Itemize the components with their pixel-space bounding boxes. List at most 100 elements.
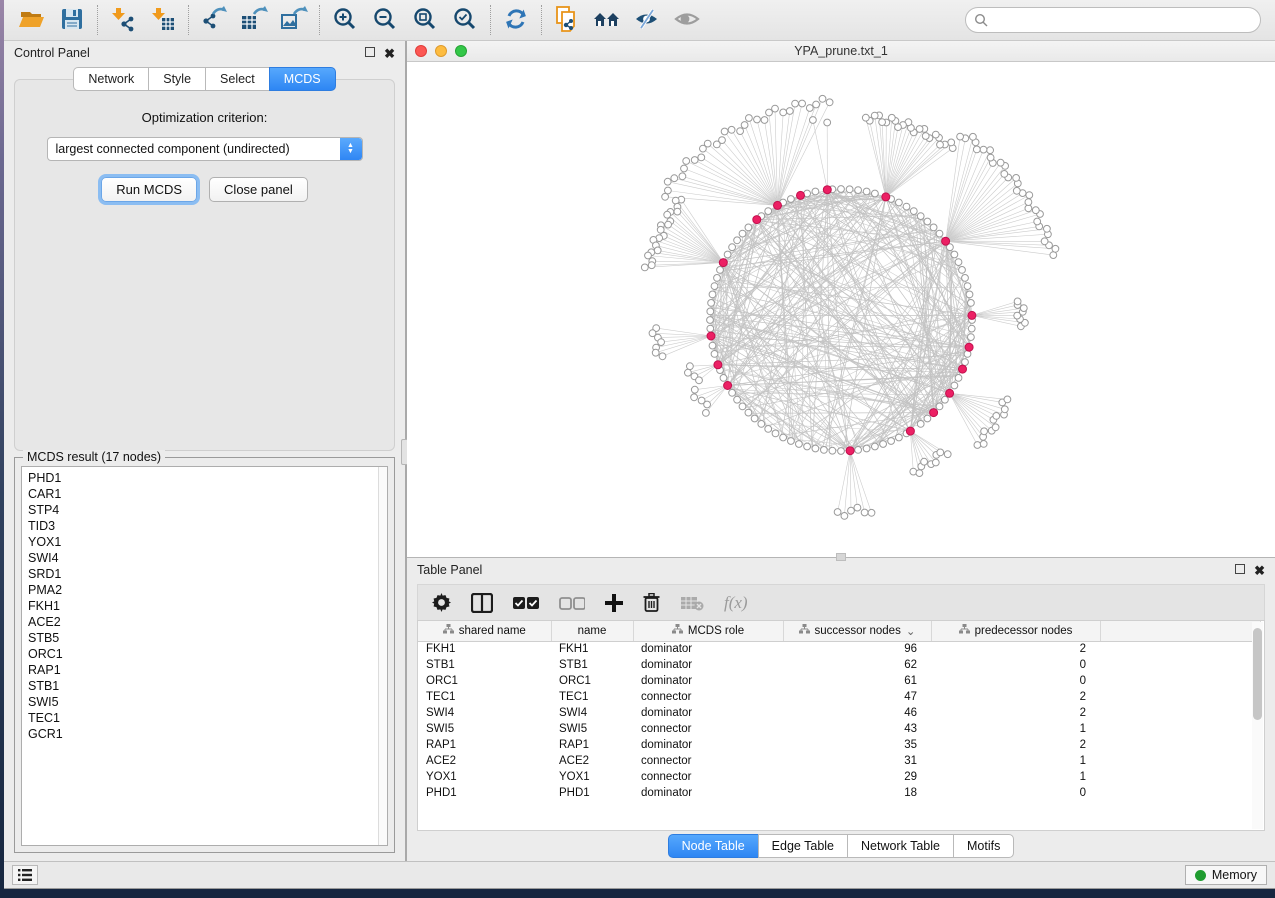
show-all-button[interactable] bbox=[667, 3, 707, 37]
table-row[interactable]: SWI4SWI4dominator462 bbox=[418, 705, 1260, 721]
control-panel-tabs: NetworkStyleSelectMCDS bbox=[4, 67, 405, 91]
export-table-button[interactable] bbox=[234, 3, 274, 37]
dropdown-stepper-icon: ▲▼ bbox=[340, 138, 362, 160]
mcds-result-item[interactable]: STB1 bbox=[28, 678, 372, 694]
tab-network[interactable]: Network bbox=[73, 67, 148, 91]
search-field[interactable] bbox=[965, 7, 1261, 33]
close-panel-icon[interactable]: ✖ bbox=[384, 47, 395, 60]
export-image-button[interactable] bbox=[274, 3, 314, 37]
tab-network-table[interactable]: Network Table bbox=[847, 834, 953, 858]
zoom-in-button[interactable] bbox=[325, 3, 365, 37]
tab-style[interactable]: Style bbox=[148, 67, 205, 91]
mcds-result-item[interactable]: SRD1 bbox=[28, 566, 372, 582]
table-tabs: Node TableEdge TableNetwork TableMotifs bbox=[407, 831, 1275, 861]
search-input[interactable] bbox=[993, 13, 1252, 27]
hide-selected-button[interactable] bbox=[627, 3, 667, 37]
run-mcds-button[interactable]: Run MCDS bbox=[101, 177, 197, 202]
toolbar-separator bbox=[97, 5, 98, 35]
mcds-result-item[interactable]: CAR1 bbox=[28, 486, 372, 502]
mcds-result-legend: MCDS result (17 nodes) bbox=[23, 450, 165, 464]
mcds-result-item[interactable]: FKH1 bbox=[28, 598, 372, 614]
mcds-result-item[interactable]: STB5 bbox=[28, 630, 372, 646]
mcds-result-item[interactable]: SWI4 bbox=[28, 550, 372, 566]
select-all-button[interactable] bbox=[513, 596, 539, 610]
delete-column-button[interactable] bbox=[643, 593, 660, 612]
table-row[interactable]: STB1STB1dominator620 bbox=[418, 657, 1260, 673]
column-panel-button[interactable] bbox=[471, 593, 493, 613]
table-scrollbar-thumb[interactable] bbox=[1253, 628, 1262, 720]
open-file-button[interactable] bbox=[12, 3, 52, 37]
cytoscape-window: Control Panel ✖ NetworkStyleSelectMCDS O… bbox=[4, 0, 1275, 889]
tab-motifs[interactable]: Motifs bbox=[953, 834, 1014, 858]
import-table-button[interactable] bbox=[143, 3, 183, 37]
tab-edge-table[interactable]: Edge Table bbox=[758, 834, 847, 858]
close-table-panel-icon[interactable]: ✖ bbox=[1254, 564, 1265, 577]
network-graph[interactable] bbox=[407, 62, 1275, 557]
mcds-result-item[interactable]: PHD1 bbox=[28, 470, 372, 486]
column-header-shared-name[interactable]: shared name bbox=[418, 621, 551, 641]
column-header-name[interactable]: name bbox=[551, 621, 633, 641]
houses-icon bbox=[592, 6, 622, 35]
mcds-result-item[interactable]: ACE2 bbox=[28, 614, 372, 630]
mcds-result-list[interactable]: PHD1CAR1STP4TID3YOX1SWI4SRD1PMA2FKH1ACE2… bbox=[21, 466, 388, 846]
column-header-predecessor-nodes[interactable]: predecessor nodes bbox=[931, 621, 1100, 641]
column-header-successor-nodes[interactable]: successor nodes⌄ bbox=[783, 621, 931, 641]
column-header-MCDS-role[interactable]: MCDS role bbox=[633, 621, 783, 641]
table-scrollbar[interactable] bbox=[1252, 622, 1263, 829]
refresh-layout-button[interactable] bbox=[496, 3, 536, 37]
mcds-result-item[interactable]: GCR1 bbox=[28, 726, 372, 742]
mcds-result-item[interactable]: TEC1 bbox=[28, 710, 372, 726]
home-button[interactable] bbox=[587, 3, 627, 37]
result-list-scrollbar[interactable] bbox=[378, 467, 387, 845]
table-row[interactable]: TEC1TEC1connector472 bbox=[418, 689, 1260, 705]
mcds-result-item[interactable]: TID3 bbox=[28, 518, 372, 534]
duplicate-network-button[interactable] bbox=[547, 3, 587, 37]
zoom-selected-icon bbox=[452, 6, 478, 35]
memory-button[interactable]: Memory bbox=[1185, 865, 1267, 885]
float-panel-icon[interactable] bbox=[365, 47, 375, 59]
mcds-result-item[interactable]: STP4 bbox=[28, 502, 372, 518]
import-network-button[interactable] bbox=[103, 3, 143, 37]
table-row[interactable]: ACE2ACE2connector311 bbox=[418, 753, 1260, 769]
zoom-fit-icon bbox=[412, 6, 438, 35]
save-session-button[interactable] bbox=[52, 3, 92, 37]
desktop-wallpaper: Control Panel ✖ NetworkStyleSelectMCDS O… bbox=[0, 0, 1275, 898]
tab-mcds[interactable]: MCDS bbox=[269, 67, 336, 91]
toolbar-separator bbox=[541, 5, 542, 35]
table-row[interactable]: SWI5SWI5connector431 bbox=[418, 721, 1260, 737]
tab-select[interactable]: Select bbox=[205, 67, 269, 91]
table-row[interactable]: RAP1RAP1dominator352 bbox=[418, 737, 1260, 753]
table-row[interactable]: FKH1FKH1dominator962 bbox=[418, 641, 1260, 657]
toolbar-separator bbox=[188, 5, 189, 35]
memory-label: Memory bbox=[1212, 868, 1257, 882]
deselect-all-button[interactable] bbox=[559, 596, 585, 610]
network-view-canvas[interactable] bbox=[407, 62, 1275, 557]
network-window-title: YPA_prune.txt_1 bbox=[407, 44, 1275, 58]
add-column-button[interactable] bbox=[605, 594, 623, 612]
zoom-fit-button[interactable] bbox=[405, 3, 445, 37]
zoom-out-button[interactable] bbox=[365, 3, 405, 37]
close-panel-button[interactable]: Close panel bbox=[209, 177, 308, 202]
mcds-result-item[interactable]: ORC1 bbox=[28, 646, 372, 662]
mcds-result-item[interactable]: YOX1 bbox=[28, 534, 372, 550]
mcds-result-item[interactable]: PMA2 bbox=[28, 582, 372, 598]
table-row[interactable]: PHD1PHD1dominator180 bbox=[418, 785, 1260, 801]
task-history-button[interactable] bbox=[12, 865, 38, 885]
toolbar-separator bbox=[490, 5, 491, 35]
table-row[interactable]: YOX1YOX1connector291 bbox=[418, 769, 1260, 785]
sort-chevron-icon: ⌄ bbox=[906, 624, 916, 638]
main-toolbar bbox=[4, 0, 1275, 41]
table-settings-button[interactable] bbox=[432, 593, 451, 612]
node-table[interactable]: shared namenameMCDS rolesuccessor nodes⌄… bbox=[417, 620, 1265, 831]
export-network-button[interactable] bbox=[194, 3, 234, 37]
refresh-icon bbox=[503, 6, 529, 35]
table-row[interactable]: ORC1ORC1dominator610 bbox=[418, 673, 1260, 689]
canvas-resize-grip[interactable] bbox=[836, 553, 846, 561]
network-window-titlebar[interactable]: YPA_prune.txt_1 bbox=[407, 41, 1275, 62]
optimization-criterion-dropdown[interactable]: largest connected component (undirected)… bbox=[47, 137, 363, 161]
float-table-panel-icon[interactable] bbox=[1235, 564, 1245, 576]
zoom-selected-button[interactable] bbox=[445, 3, 485, 37]
mcds-result-item[interactable]: RAP1 bbox=[28, 662, 372, 678]
mcds-result-item[interactable]: SWI5 bbox=[28, 694, 372, 710]
tab-node-table[interactable]: Node Table bbox=[668, 834, 758, 858]
